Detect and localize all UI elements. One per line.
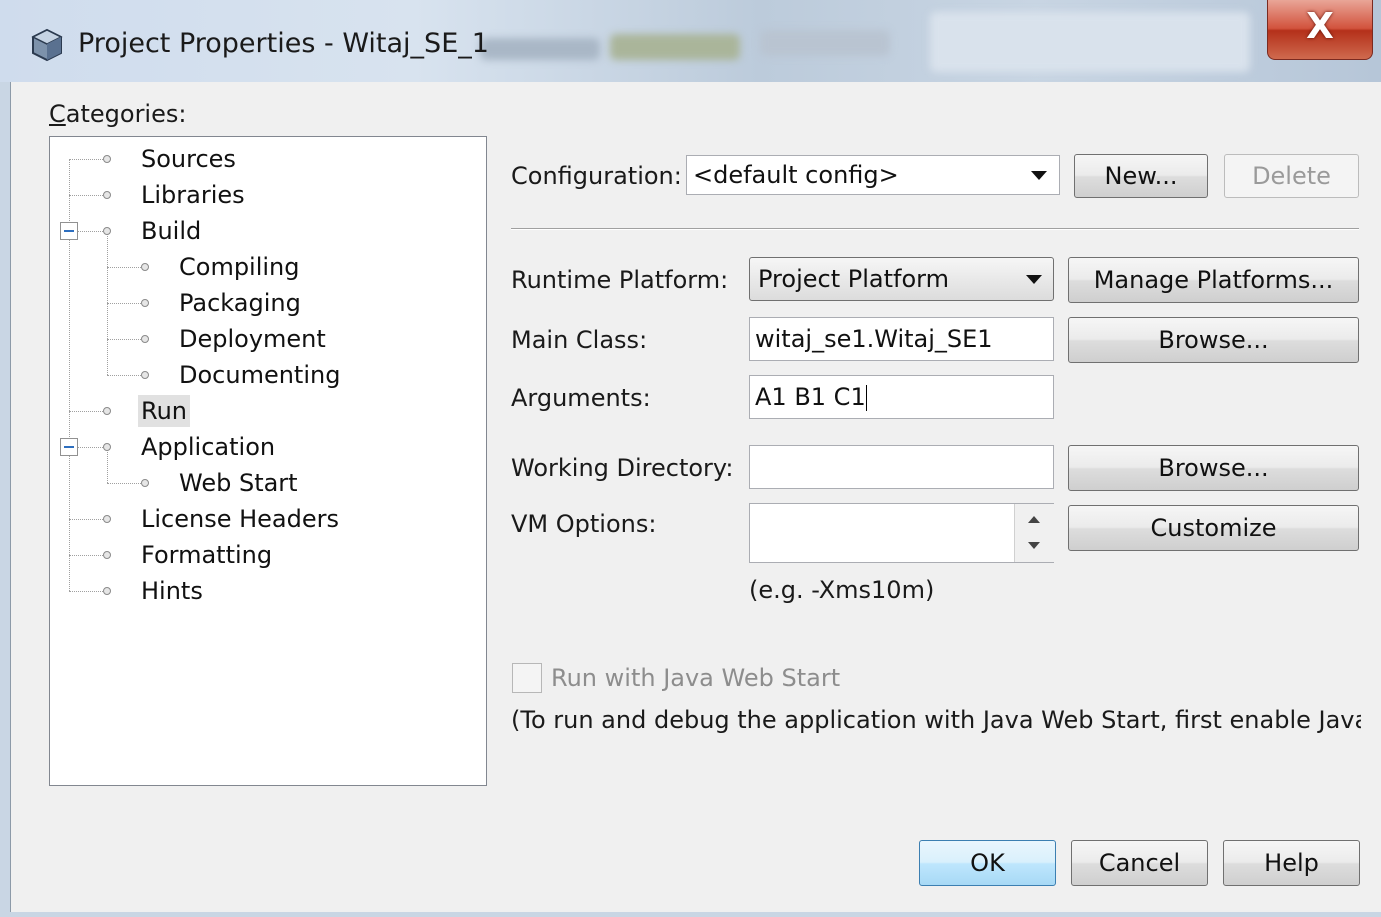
tree-item-run[interactable]: Run [138,395,191,427]
scroll-up-icon[interactable] [1028,516,1040,523]
tree-item-packaging[interactable]: Packaging [176,287,304,319]
arguments-value: A1 B1 C1 [755,383,866,411]
runtime-platform-value: Project Platform [758,265,949,293]
tree-line [107,339,141,340]
title-bar[interactable]: Project Properties - Witaj_SE_1 X [0,0,1381,82]
tree-line [69,591,103,592]
runtime-platform-select[interactable]: Project Platform [749,257,1054,301]
blurred-background [930,12,1250,72]
node-bullet-icon [141,335,149,343]
browse-main-class-button[interactable]: Browse... [1068,317,1359,363]
arguments-field[interactable]: A1 B1 C1 [749,375,1054,419]
tree-line [69,411,103,412]
blurred-background [610,34,740,60]
tree-line [69,159,103,160]
close-button[interactable]: X [1267,0,1373,60]
node-bullet-icon [141,299,149,307]
window-title: Project Properties - Witaj_SE_1 [78,28,489,59]
tree-line [107,303,141,304]
tree-line [69,519,103,520]
node-bullet-icon [141,263,149,271]
tree-line [107,447,108,483]
cube-icon [31,28,63,62]
tree-line [69,195,103,196]
web-start-checkbox[interactable] [512,663,542,693]
new-config-button[interactable]: New... [1074,154,1208,198]
chevron-down-icon [1026,275,1042,284]
tree-line [69,555,103,556]
node-bullet-icon [103,227,111,235]
tree-line [77,447,103,448]
tree-item-application[interactable]: Application [138,431,278,463]
ok-button[interactable]: OK [919,840,1056,886]
tree-item-license-headers[interactable]: License Headers [138,503,342,535]
blurred-background [480,38,600,60]
scroll-down-icon[interactable] [1028,542,1040,549]
tree-item-deployment[interactable]: Deployment [176,323,329,355]
categories-label-text: ategories: [65,100,187,128]
tree-line [107,267,141,268]
vm-options-label: VM Options: [511,510,657,538]
node-bullet-icon [103,515,111,523]
delete-config-button[interactable]: Delete [1224,154,1359,198]
collapse-icon[interactable] [60,438,78,456]
tree-item-web-start[interactable]: Web Start [176,467,301,499]
categories-tree[interactable]: Sources Libraries Build Compiling Packag… [49,136,487,786]
working-directory-label: Working Directory: [511,454,734,482]
help-button[interactable]: Help [1223,840,1360,886]
node-bullet-icon [103,551,111,559]
tree-line [77,231,103,232]
working-directory-field[interactable] [749,445,1054,489]
dialog-body: Categories: Sources Libraries Build Comp… [10,82,1381,912]
node-bullet-icon [103,191,111,199]
text-cursor [865,385,867,411]
configuration-select[interactable]: <default config> [686,155,1060,195]
browse-working-directory-button[interactable]: Browse... [1068,445,1359,491]
arguments-label: Arguments: [511,384,651,412]
configuration-label: Configuration: [511,162,682,190]
node-bullet-icon [141,479,149,487]
manage-platforms-button[interactable]: Manage Platforms... [1068,257,1359,303]
vm-options-scrollbar[interactable] [1014,504,1054,562]
runtime-platform-label: Runtime Platform: [511,266,729,294]
tree-item-formatting[interactable]: Formatting [138,539,275,571]
tree-item-build[interactable]: Build [138,215,204,247]
customize-button[interactable]: Customize [1068,505,1359,551]
tree-line [107,483,141,484]
tree-item-hints[interactable]: Hints [138,575,206,607]
web-start-label: Run with Java Web Start [551,664,841,692]
tree-item-sources[interactable]: Sources [138,143,239,175]
tree-item-documenting[interactable]: Documenting [176,359,343,391]
main-class-field[interactable]: witaj_se1.Witaj_SE1 [749,317,1054,361]
configuration-value: <default config> [693,161,899,189]
project-properties-dialog: Project Properties - Witaj_SE_1 X Catego… [0,0,1381,917]
node-bullet-icon [103,155,111,163]
node-bullet-icon [103,407,111,415]
blurred-background [760,30,890,56]
tree-line [107,375,141,376]
web-start-note: (To run and debug the application with J… [511,706,1361,734]
tree-item-compiling[interactable]: Compiling [176,251,303,283]
tree-item-libraries[interactable]: Libraries [138,179,248,211]
cancel-button[interactable]: Cancel [1071,840,1208,886]
categories-label: Categories: [49,100,187,128]
chevron-down-icon [1031,171,1047,180]
vm-options-hint: (e.g. -Xms10m) [749,576,935,604]
close-icon: X [1306,6,1334,47]
node-bullet-icon [141,371,149,379]
main-class-label: Main Class: [511,326,648,354]
node-bullet-icon [103,443,111,451]
separator [511,228,1359,230]
node-bullet-icon [103,587,111,595]
vm-options-field[interactable] [749,503,1054,563]
collapse-icon[interactable] [60,222,78,240]
